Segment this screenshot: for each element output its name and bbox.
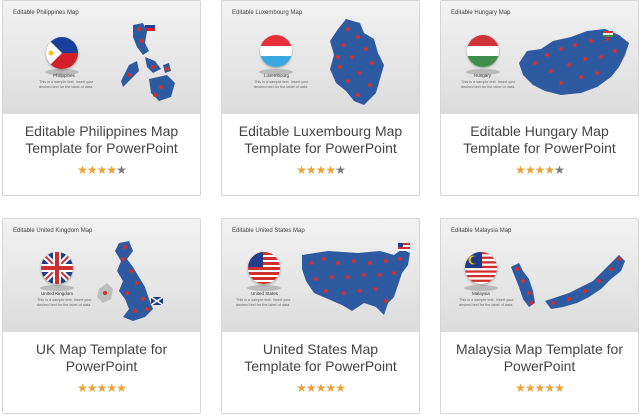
hungary-map <box>519 29 629 95</box>
thumbnail-title: Editable Hungary Map <box>451 10 511 16</box>
hungary-flag-icon <box>467 35 499 67</box>
star-icon: ★ <box>296 163 307 177</box>
country-label: Malaysia <box>472 291 490 296</box>
country-label: United States <box>251 291 279 296</box>
thumbnail-title: Editable Philippines Map <box>13 10 79 16</box>
thumbnail-usa[interactable]: Editable United States Map United States… <box>222 219 419 332</box>
sample-text: This is a sample text. Insert your desir… <box>37 298 92 307</box>
thumbnail-malaysia[interactable]: Editable Malaysia Map Malaysia This is a… <box>441 219 638 332</box>
card-title[interactable]: Editable Hungary Map Template for PowerP… <box>449 123 630 157</box>
malaysia-map <box>511 255 625 309</box>
sample-text: This is a sample text. Insert your desir… <box>461 80 516 89</box>
star-icon: ★ <box>305 381 317 395</box>
half-star-icon: ★ <box>106 163 117 177</box>
philippines-flag-icon <box>46 37 78 69</box>
luxembourg-map <box>330 19 384 105</box>
half-star-icon: ★ <box>325 163 336 177</box>
sample-text: This is a sample text. Insert your desir… <box>39 80 94 89</box>
star-rating: ★★★★★ <box>222 163 419 177</box>
star-icon: ★ <box>86 163 98 177</box>
card-title[interactable]: Editable Luxembourg Map Template for Pow… <box>230 123 411 157</box>
uk-map <box>97 241 164 321</box>
star-rating: ★★★★★ <box>3 381 200 395</box>
star-icon: ★ <box>96 163 108 177</box>
thumbnail-philippines[interactable]: Editable Philippines Map Philippines Thi… <box>3 1 200 114</box>
thumbnail-luxembourg[interactable]: Editable Luxembourg Map Luxembourg This … <box>222 1 419 114</box>
star-rating: ★★★★★ <box>222 381 419 395</box>
malaysia-flag-icon <box>465 252 497 284</box>
country-label: Luxembourg <box>264 73 290 78</box>
star-icon: ★ <box>534 163 546 177</box>
sample-text: This is a sample text. Insert your desir… <box>236 298 291 307</box>
star-icon: ★ <box>106 381 117 395</box>
star-icon: ★ <box>77 163 88 177</box>
thumbnail-title: Editable Malaysia Map <box>451 228 512 234</box>
star-icon: ★ <box>515 381 526 395</box>
star-icon: ★ <box>554 163 565 177</box>
luxembourg-flag-icon <box>260 35 292 67</box>
star-icon: ★ <box>315 381 327 395</box>
star-rating: ★★★★★ <box>3 163 200 177</box>
star-rating: ★★★★★ <box>441 163 638 177</box>
country-label: Hungary <box>474 73 492 78</box>
star-icon: ★ <box>515 163 526 177</box>
star-icon: ★ <box>544 381 555 395</box>
star-rating: ★★★★★ <box>441 381 638 395</box>
star-icon: ★ <box>77 381 88 395</box>
star-icon: ★ <box>554 381 565 395</box>
star-icon: ★ <box>335 163 346 177</box>
thumbnail-title: Editable United States Map <box>232 228 305 234</box>
country-label: United Kingdom <box>41 291 74 296</box>
thumbnail-title: Editable United Kingdom Map <box>13 228 93 234</box>
product-card-malaysia[interactable]: Editable Malaysia Map Malaysia This is a… <box>440 218 639 414</box>
product-card-hungary[interactable]: Editable Hungary Map Hungary This is a s… <box>440 0 639 196</box>
star-icon: ★ <box>296 381 307 395</box>
star-icon: ★ <box>305 163 317 177</box>
card-title[interactable]: UK Map Template for PowerPoint <box>11 341 192 375</box>
usa-flag-icon <box>248 252 280 284</box>
thumbnail-hungary[interactable]: Editable Hungary Map Hungary This is a s… <box>441 1 638 114</box>
star-icon: ★ <box>116 163 127 177</box>
product-card-philippines[interactable]: Editable Philippines Map Philippines Thi… <box>2 0 201 196</box>
star-icon: ★ <box>544 163 555 177</box>
sample-text: This is a sample text. Insert your desir… <box>254 80 309 89</box>
half-star-icon: ★ <box>335 381 346 395</box>
star-icon: ★ <box>524 381 536 395</box>
thumbnail-uk[interactable]: Editable United Kingdom Map United Kingd… <box>3 219 200 332</box>
star-icon: ★ <box>524 163 536 177</box>
product-card-usa[interactable]: Editable United States Map United States… <box>221 218 420 414</box>
half-star-icon: ★ <box>116 381 127 395</box>
card-title[interactable]: United States Map Template for PowerPoin… <box>230 341 411 375</box>
product-card-luxembourg[interactable]: Editable Luxembourg Map Luxembourg This … <box>221 0 420 196</box>
star-icon: ★ <box>534 381 546 395</box>
philippines-map <box>121 23 175 101</box>
thumbnail-title: Editable Luxembourg Map <box>232 10 303 16</box>
star-icon: ★ <box>86 381 98 395</box>
star-icon: ★ <box>325 381 336 395</box>
card-title[interactable]: Malaysia Map Template for PowerPoint <box>449 341 630 375</box>
star-icon: ★ <box>315 163 327 177</box>
uk-flag-icon <box>41 252 73 284</box>
card-title[interactable]: Editable Philippines Map Template for Po… <box>11 123 192 157</box>
product-card-uk[interactable]: Editable United Kingdom Map United Kingd… <box>2 218 201 414</box>
country-label: Philippines <box>53 73 75 78</box>
star-icon: ★ <box>96 381 108 395</box>
usa-map <box>302 243 410 315</box>
